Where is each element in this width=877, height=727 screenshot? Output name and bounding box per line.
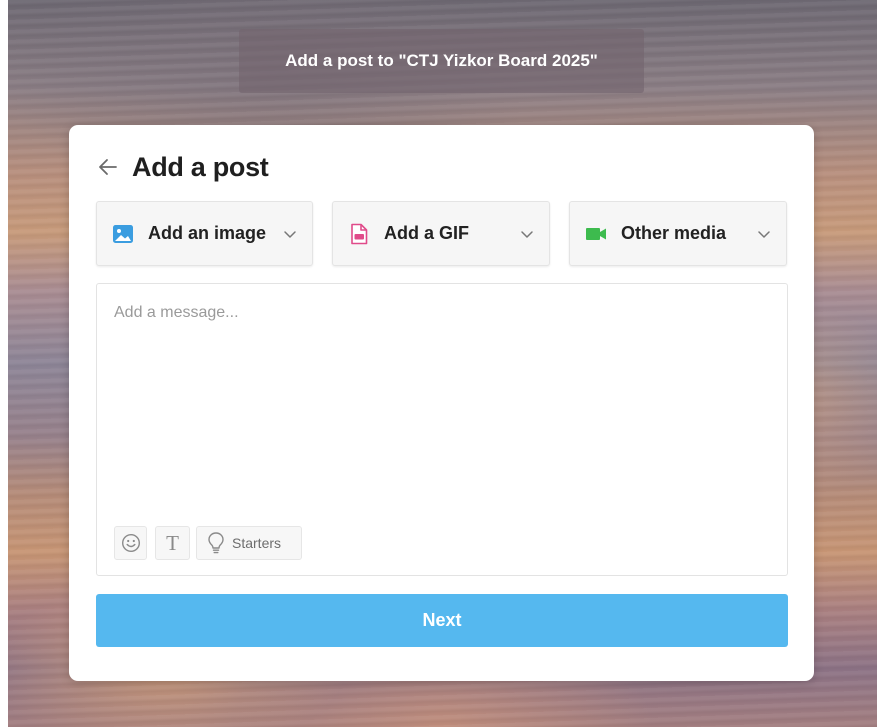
other-media-label: Other media — [621, 223, 727, 243]
emoji-button[interactable] — [114, 526, 147, 560]
add-gif-label: Add a GIF — [384, 223, 469, 243]
smiley-icon — [121, 533, 140, 553]
dialog-title: Add a post — [132, 151, 269, 182]
message-box: T Starters — [96, 283, 788, 576]
board-title-banner: Add a post to "CTJ Yizkor Board 2025" — [239, 29, 644, 93]
add-gif-button[interactable]: Add a GIF — [332, 201, 550, 266]
image-icon — [113, 224, 133, 243]
text-format-button[interactable]: T — [155, 526, 190, 560]
lightbulb-icon — [208, 532, 224, 554]
starters-label: Starters — [232, 535, 282, 551]
next-button[interactable]: Next — [96, 594, 788, 647]
next-label: Next — [422, 610, 462, 630]
gif-file-icon — [351, 223, 368, 244]
chevron-down-icon — [521, 230, 533, 238]
other-media-button[interactable]: Other media — [569, 201, 787, 266]
add-post-dialog: Add a post Add an image Add a GIF Other … — [69, 125, 814, 681]
arrow-left-icon[interactable] — [96, 155, 120, 179]
add-image-button[interactable]: Add an image — [96, 201, 313, 266]
chevron-down-icon — [758, 230, 770, 238]
starters-button[interactable]: Starters — [196, 526, 302, 560]
video-camera-icon — [586, 227, 606, 240]
add-image-label: Add an image — [148, 223, 267, 243]
board-title-text: Add a post to "CTJ Yizkor Board 2025" — [285, 51, 598, 70]
dialog-header: Add a post — [96, 150, 269, 184]
chevron-down-icon — [284, 230, 296, 238]
text-format-label: T — [166, 530, 179, 555]
message-input[interactable] — [97, 284, 787, 519]
